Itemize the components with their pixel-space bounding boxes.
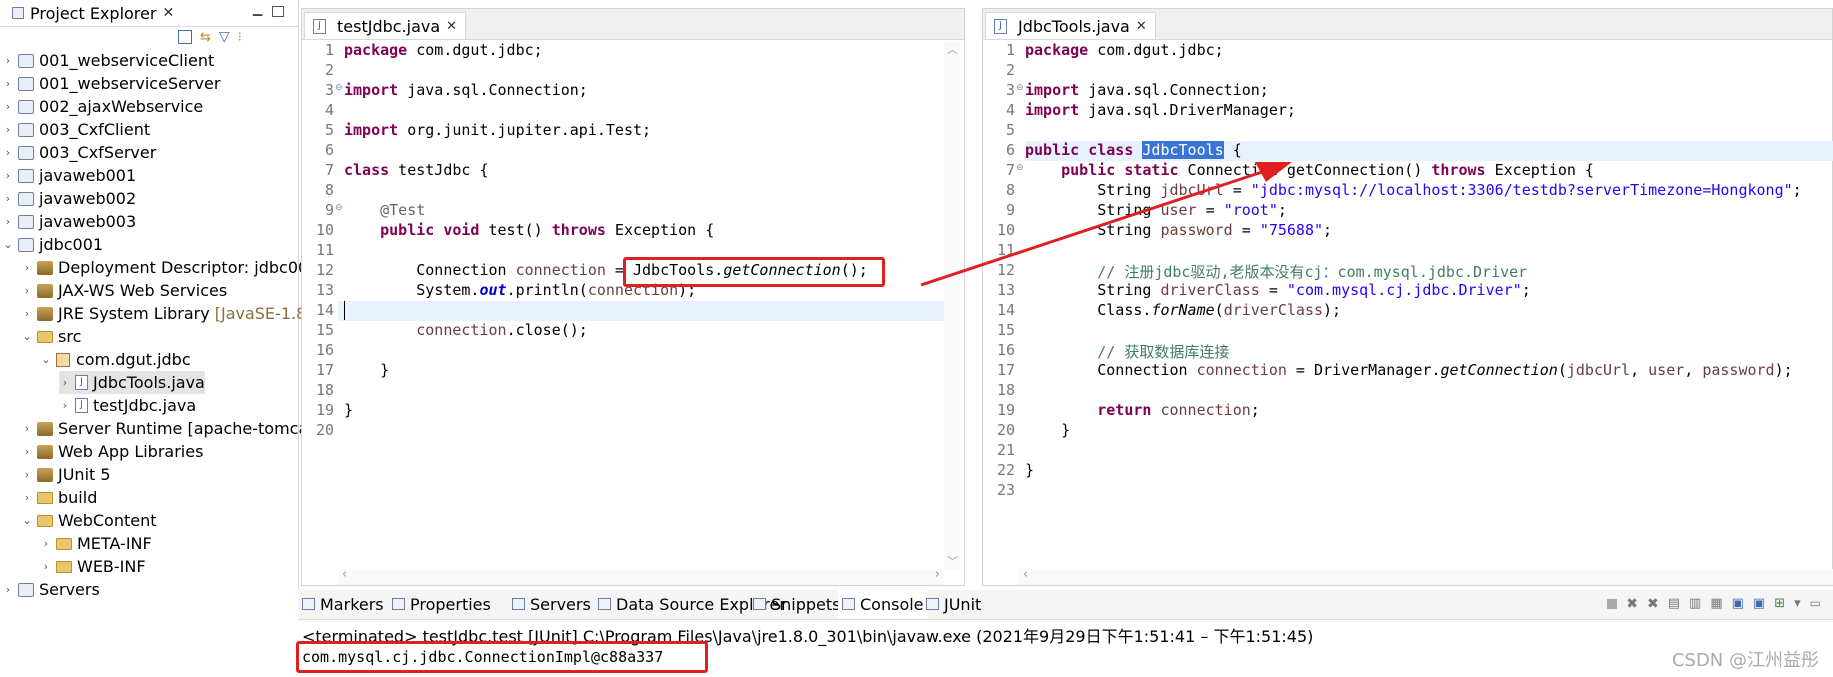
tab-label: Console xyxy=(860,594,924,614)
clear-console-icon[interactable]: ▤ xyxy=(1668,596,1680,612)
watermark: CSDN @江州益彤 xyxy=(1671,650,1819,671)
servers-icon xyxy=(512,598,525,610)
data-source-icon xyxy=(598,598,611,610)
tab-markers[interactable]: Markers xyxy=(302,590,384,618)
scroll-lock-icon[interactable]: ▥ xyxy=(1689,596,1701,612)
tab-label: Properties xyxy=(410,594,491,614)
tab-servers[interactable]: Servers xyxy=(512,590,591,618)
snippets-icon xyxy=(753,598,766,610)
properties-icon xyxy=(392,598,405,610)
remove-all-icon[interactable]: ✖ xyxy=(1647,596,1659,612)
stop-icon[interactable] xyxy=(1607,599,1618,609)
tab-label: JUnit xyxy=(944,594,982,614)
annotation-arrow xyxy=(920,162,1292,287)
junit-icon xyxy=(926,598,939,610)
tab-label: Servers xyxy=(530,594,591,614)
tab-console[interactable]: Console xyxy=(838,590,928,618)
minimize-icon[interactable]: ▭ xyxy=(1810,596,1821,612)
display-selected-icon[interactable]: ▣ xyxy=(1753,596,1765,612)
remove-launch-icon[interactable]: ✖ xyxy=(1626,596,1638,612)
console-icon xyxy=(842,598,855,610)
pin-console-icon[interactable]: ▣ xyxy=(1732,596,1744,612)
tab-label: Markers xyxy=(320,594,384,614)
word-wrap-icon[interactable]: ▦ xyxy=(1710,596,1722,612)
markers-icon xyxy=(302,598,315,610)
open-console-icon[interactable]: ⊞ xyxy=(1774,596,1785,612)
tab-label: Snippets xyxy=(771,594,841,614)
highlight-box-output xyxy=(296,641,708,673)
tab-junit[interactable]: JUnit xyxy=(926,590,981,618)
tab-properties[interactable]: Properties xyxy=(392,590,491,618)
console-toolbar: ✖ ✖ ▤ ▥ ▦ ▣ ▣ ⊞ ▾ ▭ xyxy=(1607,596,1821,612)
tab-snippets[interactable]: Snippets xyxy=(753,590,841,618)
view-menu-icon[interactable]: ▾ xyxy=(1794,596,1801,612)
